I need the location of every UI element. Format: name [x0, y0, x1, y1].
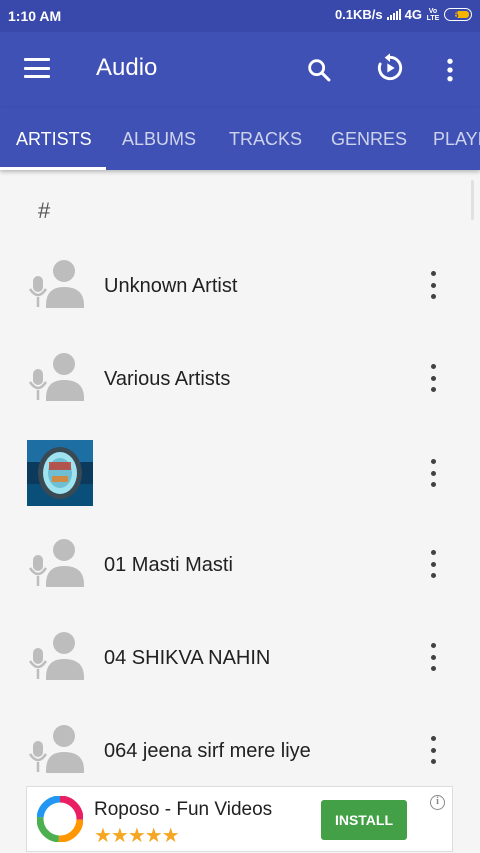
- tab-tracks[interactable]: TRACKS: [229, 108, 302, 170]
- network-type: 4G: [404, 7, 422, 22]
- tab-playlists[interactable]: PLAYLISTS: [433, 108, 480, 170]
- artist-mic-icon: [28, 632, 84, 680]
- tab-artists[interactable]: ARTISTS: [16, 108, 92, 170]
- more-vert-icon[interactable]: [426, 736, 440, 764]
- battery-level: 5: [453, 9, 459, 20]
- section-header: #: [38, 198, 51, 223]
- tab-genres[interactable]: GENRES: [331, 108, 407, 170]
- artist-mic-icon: [28, 353, 84, 401]
- list-item[interactable]: Unknown Artist: [0, 241, 480, 334]
- artist-mic-icon: [28, 260, 84, 308]
- more-vert-icon[interactable]: [426, 459, 440, 487]
- more-vert-icon[interactable]: [426, 643, 440, 671]
- ad-info-icon[interactable]: i: [430, 795, 445, 810]
- list-item[interactable]: 04 SHIKVA NAHIN: [0, 613, 480, 706]
- search-icon[interactable]: [305, 56, 333, 84]
- status-bar: 1:10 AM 0.1KB/s 4G Vo LTE 5: [0, 0, 480, 32]
- rating-stars-icon: ★★★★★: [94, 823, 180, 847]
- volte-icon: Vo LTE: [426, 7, 440, 22]
- artist-name: 064 jeena sirf mere liye: [104, 740, 311, 762]
- battery-icon: 5: [444, 8, 472, 21]
- resume-playback-icon[interactable]: [374, 52, 406, 84]
- ad-app-name: Roposo - Fun Videos: [94, 799, 273, 820]
- status-indicators: 0.1KB/s 4G Vo LTE 5: [335, 7, 472, 22]
- artist-list[interactable]: # Unknown Artist Various Artists 01 Mast…: [0, 170, 480, 785]
- artist-artwork-image: [27, 440, 93, 506]
- page-title: Audio: [96, 54, 158, 81]
- tab-albums[interactable]: ALBUMS: [122, 108, 196, 170]
- tab-bar: ARTISTS ALBUMS TRACKS GENRES PLAYLISTS: [0, 108, 480, 170]
- list-item[interactable]: 01 Masti Masti: [0, 520, 480, 613]
- ad-banner[interactable]: Roposo - Fun Videos ★★★★★ INSTALL i: [26, 786, 453, 852]
- network-speed: 0.1KB/s: [334, 7, 383, 22]
- roposo-logo-icon: [37, 796, 83, 842]
- more-vert-icon[interactable]: [426, 271, 440, 299]
- more-vert-icon[interactable]: [436, 56, 464, 84]
- install-button[interactable]: INSTALL: [321, 800, 407, 840]
- list-item[interactable]: 064 jeena sirf mere liye: [0, 706, 480, 785]
- more-vert-icon[interactable]: [426, 550, 440, 578]
- more-vert-icon[interactable]: [426, 364, 440, 392]
- artist-name: Various Artists: [104, 368, 231, 390]
- artist-mic-icon: [28, 539, 84, 587]
- artist-mic-icon: [28, 725, 84, 773]
- status-time: 1:10 AM: [8, 8, 62, 24]
- app-toolbar: Audio: [0, 32, 480, 108]
- artist-name: 04 SHIKVA NAHIN: [104, 647, 271, 669]
- artist-name: Unknown Artist: [104, 275, 238, 297]
- tab-indicator: [0, 167, 106, 170]
- list-item[interactable]: [0, 437, 480, 530]
- signal-icon: [386, 9, 401, 20]
- scrollbar[interactable]: [471, 180, 474, 220]
- artist-name: 01 Masti Masti: [104, 554, 233, 576]
- list-item[interactable]: Various Artists: [0, 334, 480, 427]
- menu-icon[interactable]: [24, 58, 50, 78]
